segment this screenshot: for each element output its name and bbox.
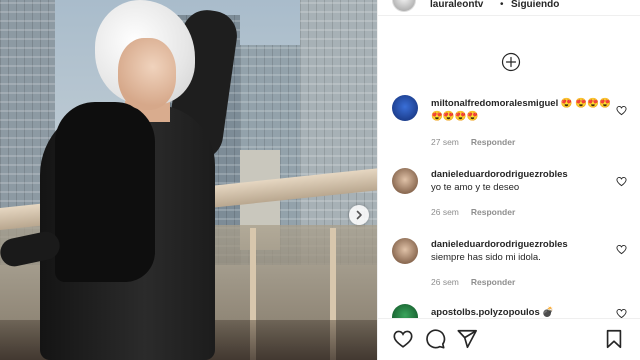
comment-meta: 26 sem Responder [431, 277, 515, 287]
paper-plane-icon[interactable] [456, 328, 478, 350]
reply-button[interactable]: Responder [471, 277, 515, 287]
commenter-username[interactable]: miltonalfredomoralesmiguel [431, 98, 558, 109]
comment-text: yo te amo y te deseo [431, 182, 520, 193]
comment-meta: 26 sem Responder [431, 207, 515, 217]
chevron-right-icon [356, 210, 362, 220]
post-photo[interactable] [0, 0, 377, 360]
commenter-username[interactable]: danieleduardorodriguezrobles [431, 169, 568, 180]
comment-age: 27 sem [431, 137, 459, 147]
comment-meta: 27 sem Responder [431, 137, 515, 147]
reply-button[interactable]: Responder [471, 137, 515, 147]
photo-subject [0, 0, 260, 360]
heart-icon[interactable] [616, 105, 627, 116]
comment-text: 💣 [542, 307, 555, 318]
commenter-avatar[interactable] [392, 95, 418, 121]
author-avatar[interactable] [392, 0, 416, 12]
post-header: lauraleontv • Siguiendo [378, 0, 640, 16]
bookmark-icon[interactable] [603, 328, 625, 350]
commenter-avatar[interactable] [392, 304, 418, 318]
post-side-panel: lauraleontv • Siguiendo miltonalfredomor… [377, 0, 640, 360]
commenter-avatar[interactable] [392, 238, 418, 264]
commenter-avatar[interactable] [392, 168, 418, 194]
comment-text: siempre has sido mi idola. [431, 252, 541, 263]
header-separator: • [500, 0, 504, 10]
plus-circle-icon[interactable] [501, 52, 521, 72]
comment-age: 26 sem [431, 277, 459, 287]
heart-icon[interactable] [392, 328, 414, 350]
carousel-next-button[interactable] [349, 205, 369, 225]
comment-body: danieleduardorodriguezrobles siempre has… [431, 238, 613, 264]
commenter-username[interactable]: danieleduardorodriguezrobles [431, 239, 568, 250]
comment-body: miltonalfredomoralesmiguel 😍 😍😍😍😍😍😍😍 [431, 97, 613, 123]
reply-button[interactable]: Responder [471, 207, 515, 217]
comment-age: 26 sem [431, 207, 459, 217]
heart-icon[interactable] [616, 244, 627, 255]
author-username[interactable]: lauraleontv [430, 0, 483, 10]
post-actions-bar [392, 328, 627, 350]
heart-icon[interactable] [616, 176, 627, 187]
actions-divider [378, 318, 640, 319]
comment-body: danieleduardorodriguezrobles yo te amo y… [431, 168, 613, 194]
following-button[interactable]: Siguiendo [511, 0, 559, 10]
commenter-username[interactable]: apostolbs.polyzopoulos [431, 307, 540, 318]
comment-icon[interactable] [424, 328, 446, 350]
